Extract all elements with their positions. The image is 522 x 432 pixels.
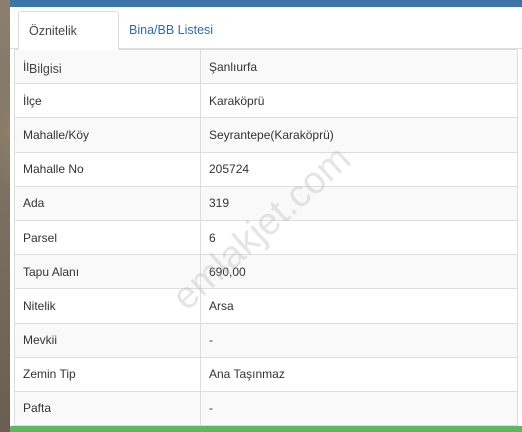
table-row: Mahalle/Köy Seyrantepe(Karaköprü) bbox=[14, 117, 518, 153]
table-row: Parsel 6 bbox=[14, 219, 518, 256]
panel-header-bar bbox=[10, 0, 522, 7]
row-label: Zemin Tip bbox=[14, 356, 201, 392]
row-label: Mevkii bbox=[14, 322, 201, 358]
table-row: Mahalle No 205724 bbox=[14, 151, 518, 187]
row-value: 205724 bbox=[200, 151, 518, 187]
table-row: Mevkii - bbox=[14, 322, 518, 358]
row-label: Mahalle/Köy bbox=[14, 117, 201, 153]
table-row: İlçe Karaköprü bbox=[14, 83, 518, 119]
row-value: Karaköprü bbox=[200, 83, 518, 119]
table-row: Ada 319 bbox=[14, 185, 518, 221]
table-row: Pafta - bbox=[14, 390, 518, 427]
row-label: Ada bbox=[14, 185, 201, 221]
row-value: - bbox=[200, 390, 518, 427]
row-label: Tapu Alanı bbox=[14, 254, 201, 290]
attribute-table: İl Şanlıurfa İlçe Karaköprü Mahalle/Köy Sey… bbox=[14, 48, 518, 427]
row-label: Pafta bbox=[14, 390, 201, 427]
row-value: Şanlıurfa bbox=[200, 48, 518, 85]
table-row: Nitelik Arsa bbox=[14, 288, 518, 324]
row-value: Ana Taşınmaz bbox=[200, 356, 518, 392]
row-label: Nitelik bbox=[14, 288, 201, 324]
attribute-panel: Öznitelik Bilgisi Bina/BB Listesi İl Şanl… bbox=[10, 7, 522, 432]
row-label: Mahalle No bbox=[14, 151, 201, 187]
tab-attribute-info[interactable]: Öznitelik Bilgisi bbox=[18, 11, 119, 76]
table-row: Tapu Alanı 690,00 bbox=[14, 254, 518, 290]
row-value: Seyrantepe(Karaköprü) bbox=[200, 117, 518, 153]
table-row: İl Şanlıurfa bbox=[14, 48, 518, 85]
row-value: 319 bbox=[200, 185, 518, 221]
row-value: 690,00 bbox=[200, 254, 518, 290]
row-value: - bbox=[200, 322, 518, 358]
tab-building-list[interactable]: Bina/BB Listesi bbox=[119, 11, 223, 50]
row-value: Arsa bbox=[200, 288, 518, 324]
table-row: Zemin Tip Ana Taşınmaz bbox=[14, 356, 518, 392]
row-label: Parsel bbox=[14, 219, 201, 256]
tab-bar: Öznitelik Bilgisi Bina/BB Listesi bbox=[10, 7, 522, 76]
row-label: İlçe bbox=[14, 83, 201, 119]
panel-footer-bar bbox=[10, 426, 522, 432]
row-value: 6 bbox=[200, 219, 518, 256]
